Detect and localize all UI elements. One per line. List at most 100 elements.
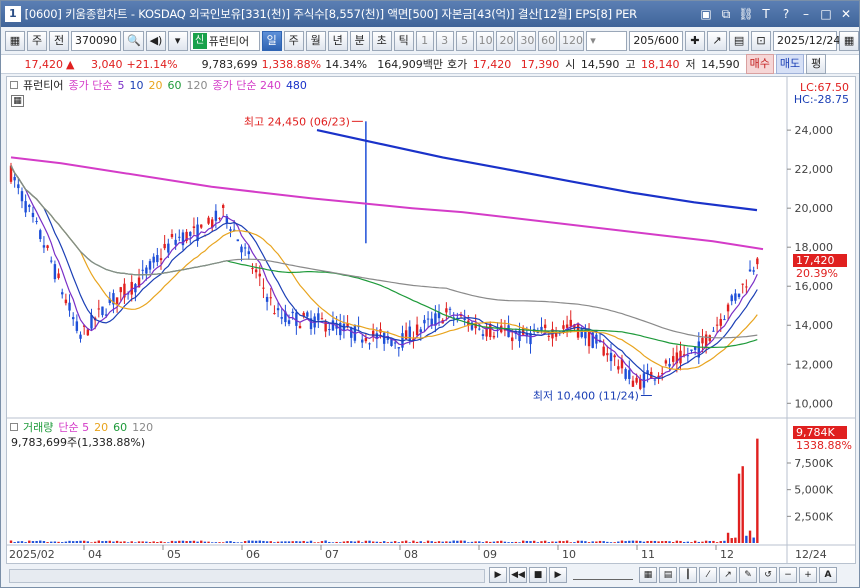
interval-3[interactable]: 3 — [435, 31, 454, 51]
period-second-tab[interactable]: 초 — [371, 31, 392, 51]
period-day-tab[interactable]: 일 — [261, 31, 282, 51]
volume-bar — [474, 541, 477, 543]
candle-body — [350, 327, 353, 338]
draw-tool-icon[interactable]: ↗ — [707, 31, 728, 51]
trend-icon[interactable]: ↗ — [719, 567, 737, 583]
maximize-icon[interactable]: □ — [817, 5, 835, 23]
volume-legend-toggle-icon[interactable] — [10, 423, 18, 431]
chart-window: 1 [0600] 키움종합차트 - KOSDAQ 외국인보유[331(천)] 주… — [0, 0, 860, 588]
line-chart-icon[interactable]: ⁄ — [699, 567, 717, 583]
close-icon[interactable]: ✕ — [837, 5, 855, 23]
high-annotation: 최고 24,450 (06/23) — [244, 115, 350, 128]
eval-button[interactable]: 평 — [806, 54, 827, 74]
legend-toggle-icon[interactable] — [10, 81, 18, 89]
volume-bar — [671, 542, 675, 543]
high-price: 18,140 — [641, 57, 680, 71]
period-week-tab[interactable]: 주 — [283, 31, 304, 51]
chart-area[interactable]: 24,000 22,000 20,000 18,000 16,000 14,000 12,0… — [6, 76, 856, 564]
interval-60[interactable]: 60 — [538, 31, 558, 51]
volume-bar — [39, 540, 42, 543]
zoom-out-icon[interactable]: − — [779, 567, 797, 583]
help-icon[interactable]: ? — [777, 5, 795, 23]
candle-body — [390, 339, 393, 346]
rewind-icon[interactable]: ◀◀ — [509, 567, 527, 583]
candle-body — [17, 184, 20, 189]
menu-icon[interactable]: ▾ — [167, 31, 188, 51]
candle-body — [624, 369, 627, 379]
volume-bar — [701, 541, 704, 543]
interval-20[interactable]: 20 — [496, 31, 516, 51]
volume-bar — [624, 541, 627, 543]
volume-bar — [697, 541, 701, 543]
volume-bar — [434, 541, 437, 543]
volume-bar — [576, 540, 580, 543]
period-tick-tab[interactable]: 틱 — [393, 31, 414, 51]
volume-bar — [247, 540, 251, 543]
search-icon[interactable]: 🔍 — [123, 31, 144, 51]
link-icon[interactable]: ⛓ — [737, 5, 755, 23]
marker-icon[interactable]: ✎ — [739, 567, 757, 583]
interval-custom-select[interactable]: ▾ — [586, 31, 628, 51]
interval-10[interactable]: 10 — [475, 31, 495, 51]
price-volume-chart[interactable]: 24,000 22,000 20,000 18,000 16,000 14,000 12,0… — [7, 77, 855, 563]
candle-body — [565, 324, 569, 328]
volume-bar — [309, 540, 313, 543]
volume-bar — [419, 541, 422, 543]
volume-bar — [291, 541, 294, 543]
zoom-reset-icon[interactable]: ↺ — [759, 567, 777, 583]
candle-body — [24, 201, 27, 213]
interval-120[interactable]: 120 — [559, 31, 585, 51]
period-month-tab[interactable]: 월 — [305, 31, 326, 51]
forward-icon[interactable]: ▶ — [549, 567, 567, 583]
volume-bar — [302, 540, 305, 543]
table-icon[interactable]: ▦ — [11, 95, 24, 107]
time-axis-label: 05 — [167, 548, 181, 561]
layout-icon[interactable]: ▦ — [639, 567, 657, 583]
time-axis-label: 12 — [720, 548, 734, 561]
period-year-tab[interactable]: 년 — [327, 31, 348, 51]
period-minute-tab[interactable]: 분 — [349, 31, 370, 51]
volume-bar — [554, 541, 558, 543]
candle-body — [445, 308, 448, 313]
sell-button[interactable]: 매도 — [775, 54, 805, 74]
calendar-icon[interactable]: ▦ — [839, 31, 860, 51]
screen-icon[interactable]: ▣ — [697, 5, 715, 23]
candle-body — [701, 337, 704, 344]
interval-1[interactable]: 1 — [415, 31, 434, 51]
ma240-line — [10, 156, 764, 251]
speed-slider[interactable] — [573, 570, 633, 580]
save-icon[interactable]: ▤ — [729, 31, 750, 51]
type-select[interactable]: 주 — [27, 31, 47, 51]
volume-readout: 9,783,699주(1,338.88%) — [11, 436, 146, 449]
date-input[interactable]: 2025/12/24 — [773, 31, 840, 51]
interval-5[interactable]: 5 — [455, 31, 474, 51]
restore-icon[interactable]: ⧉ — [717, 5, 735, 23]
settings-grid-icon[interactable]: ▦ — [5, 31, 25, 51]
candle-body — [734, 293, 737, 301]
volume-bar — [339, 542, 342, 543]
change-value: 3,040 — [90, 57, 123, 71]
buy-button[interactable]: 매수 — [745, 54, 774, 74]
text-icon[interactable]: T — [757, 5, 775, 23]
volume-bar — [584, 541, 587, 543]
stock-name-field[interactable]: 신 퓨런티어 — [189, 31, 260, 51]
volume-bar — [518, 542, 521, 543]
candle-body — [13, 176, 16, 181]
volume-bar — [587, 542, 591, 543]
volume-bar — [141, 541, 144, 543]
split-icon[interactable]: ▤ — [659, 567, 677, 583]
minimize-icon[interactable]: – — [797, 5, 815, 23]
zoom-icon[interactable]: ⊡ — [751, 31, 772, 51]
scroll-right-icon[interactable]: ▶ — [489, 567, 507, 583]
crosshair-icon[interactable]: ✚ — [685, 31, 706, 51]
count-input[interactable]: 205/600 — [629, 31, 684, 51]
speaker-icon[interactable]: ◀) — [145, 31, 166, 51]
stock-code-input[interactable]: 370090 — [71, 31, 121, 51]
zoom-in-icon[interactable]: + — [799, 567, 817, 583]
font-size-icon[interactable]: A — [819, 567, 837, 583]
stop-icon[interactable]: ■ — [529, 567, 547, 583]
prev-button[interactable]: 전 — [49, 31, 69, 51]
candle-icon[interactable]: ┃ — [679, 567, 697, 583]
volume-bar — [679, 540, 682, 543]
interval-30[interactable]: 30 — [517, 31, 537, 51]
